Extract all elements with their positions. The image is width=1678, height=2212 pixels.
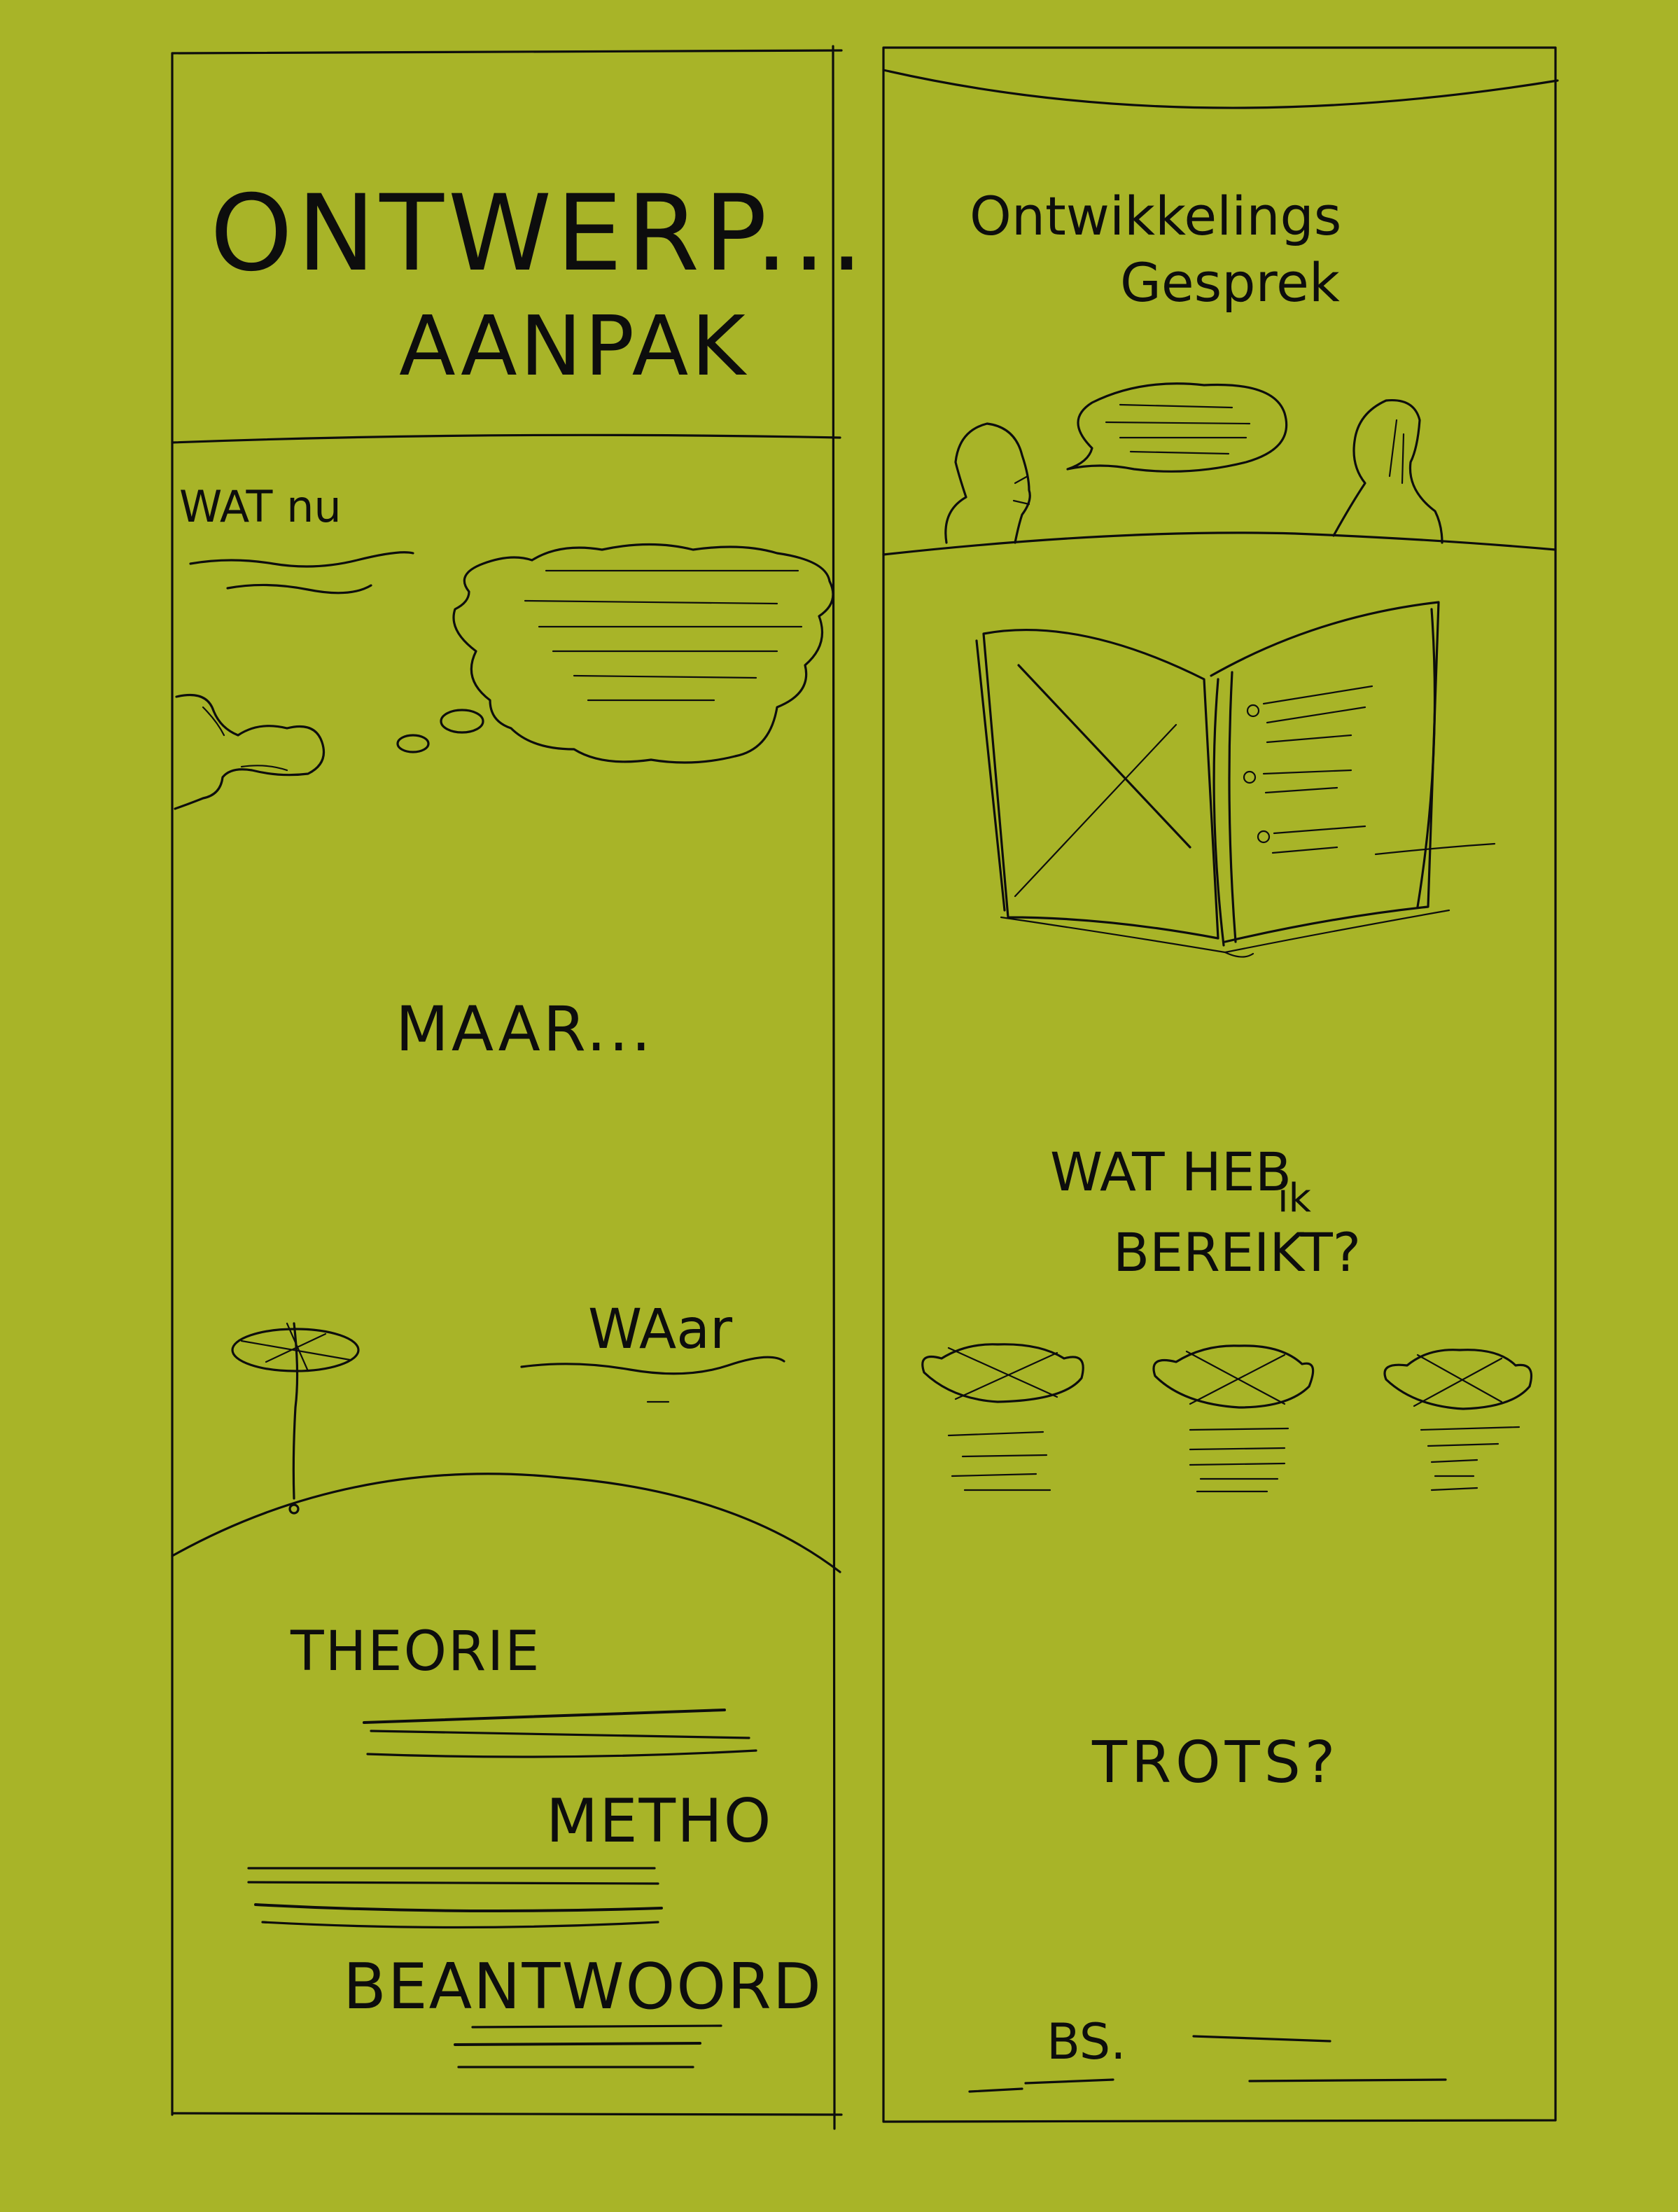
right-question-line1: WAT HEB	[1050, 1141, 1292, 1203]
text-placeholder-line	[471, 2024, 722, 2029]
text-placeholder-line	[1192, 2035, 1331, 2043]
text-placeholder-line	[1024, 2078, 1114, 2085]
text-placeholder-line	[968, 2087, 1023, 2093]
right-question-line3: BEREIKT?	[1113, 1221, 1361, 1284]
right-title-line1: Ontwikkelings	[970, 185, 1341, 247]
hill-divider	[171, 1473, 841, 1573]
squiggle-underline	[189, 551, 414, 568]
person-icon	[944, 422, 1031, 544]
right-title-line2: Gesprek	[1120, 251, 1340, 314]
right-footer-text: BS.	[1047, 2013, 1126, 2071]
open-book-icon	[975, 601, 1496, 958]
left-theorie: THEORIE	[290, 1620, 540, 1683]
right-panel-frame	[882, 46, 1557, 2123]
thinking-person-icon	[174, 693, 326, 810]
header-arc	[882, 69, 1559, 109]
person-icon	[1332, 398, 1443, 544]
text-placeholder-line	[454, 2042, 701, 2046]
left-panel: ONTWERP... AANPAK WAT nu MAAR... WAar TH…	[171, 45, 867, 2130]
text-placeholder-line	[254, 1903, 663, 1912]
right-question-line2: ik	[1278, 1176, 1312, 1221]
text-placeholder-line	[1248, 2078, 1447, 2082]
ground-divider	[882, 531, 1557, 556]
right-trots: TROTS?	[1091, 1730, 1339, 1796]
right-panel: Ontwikkelings Gesprek WAT HEB ik BEREIKT…	[882, 46, 1559, 2123]
image-placeholder-icon	[1014, 664, 1191, 898]
left-beantwoord: BEANTWOORD	[343, 1950, 823, 2024]
tree-icon	[231, 1322, 360, 1515]
sketch-canvas: ONTWERP... AANPAK WAT nu MAAR... WAar TH…	[171, 45, 1559, 2130]
text-placeholder-line	[261, 1921, 659, 1929]
squiggle-underline	[226, 583, 372, 594]
left-title-line2: AANPAK	[399, 298, 748, 394]
text-placeholder-line	[370, 1730, 750, 1739]
image-placeholder-icon	[1152, 1344, 1315, 1493]
left-transition-text: MAAR...	[396, 993, 654, 1065]
speech-bubble-icon	[1066, 382, 1288, 473]
left-heading-wat: WAT nu	[179, 481, 342, 532]
left-title-line1: ONTWERP...	[210, 173, 867, 295]
image-placeholder-icon	[1383, 1349, 1533, 1491]
thought-cloud-icon	[396, 543, 834, 764]
text-placeholder-line	[366, 1749, 757, 1758]
left-header-divider	[171, 433, 841, 444]
text-placeholder-line	[247, 1881, 659, 1885]
left-metho: METHO	[546, 1786, 772, 1856]
image-placeholder-icon	[921, 1343, 1084, 1491]
text-placeholder-line	[363, 1709, 726, 1724]
left-heading-waar: WAar	[588, 1298, 733, 1361]
